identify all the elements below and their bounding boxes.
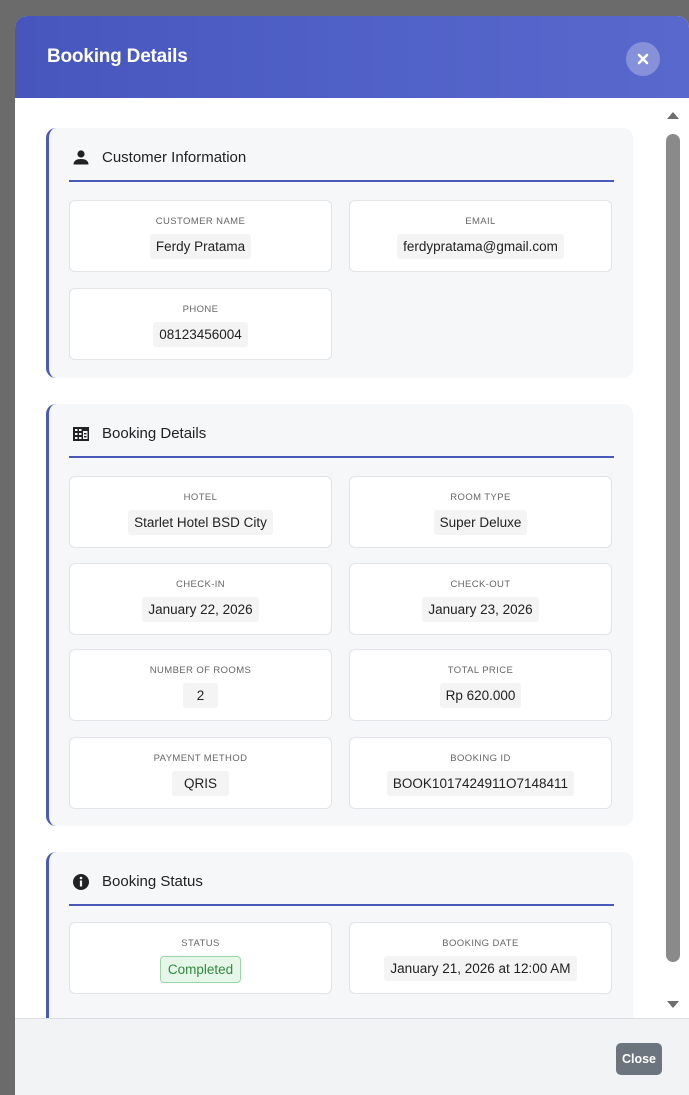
status-field: STATUS Completed	[69, 922, 332, 994]
phone-field: PHONE 08123456004	[69, 288, 332, 360]
check-out-field: CHECK-OUT January 23, 2026	[349, 563, 612, 635]
status-badge: Completed	[159, 956, 242, 983]
number-of-rooms-field: NUMBER OF ROOMS 2	[69, 649, 332, 721]
field-value: QRIS	[171, 771, 229, 796]
field-label: CHECK-OUT	[450, 579, 511, 590]
user-icon	[73, 150, 89, 165]
field-value: Super Deluxe	[433, 510, 528, 535]
modal-header: Booking Details	[15, 16, 689, 98]
customer-information-section: Customer Information CUSTOMER NAME Ferdy…	[46, 128, 633, 378]
field-value: Rp 620.000	[439, 683, 522, 708]
check-in-field: CHECK-IN January 22, 2026	[69, 563, 332, 635]
room-type-field: ROOM TYPE Super Deluxe	[349, 476, 612, 548]
booking-status-section: Booking Status STATUS Completed BOOKING …	[46, 852, 633, 1018]
section-title: Booking Status	[102, 873, 203, 890]
close-modal-button[interactable]	[626, 42, 660, 76]
email-field: EMAIL ferdypratama@gmail.com	[349, 200, 612, 272]
field-label: HOTEL	[183, 492, 218, 503]
field-value: January 23, 2026	[422, 597, 539, 622]
section-title: Customer Information	[102, 149, 247, 166]
scrollbar-thumb[interactable]	[666, 134, 680, 962]
section-header: Booking Status	[69, 872, 614, 906]
field-label: ROOM TYPE	[450, 492, 511, 503]
field-value: ferdypratama@gmail.com	[397, 234, 564, 259]
scroll-down-arrow-icon[interactable]	[667, 1001, 679, 1008]
modal-title: Booking Details	[47, 46, 188, 67]
field-label: TOTAL PRICE	[447, 665, 514, 676]
field-label: CUSTOMER NAME	[155, 216, 246, 227]
booking-details-section: Booking Details HOTEL Starlet Hotel BSD …	[46, 404, 633, 826]
payment-method-field: PAYMENT METHOD QRIS	[69, 737, 332, 809]
info-icon	[73, 874, 89, 890]
field-label: CHECK-IN	[175, 579, 226, 590]
building-icon	[73, 427, 89, 441]
close-button[interactable]: Close	[616, 1043, 662, 1075]
field-value: BOOK1017424911O7148411	[386, 771, 575, 796]
modal-footer: Close	[15, 1018, 689, 1095]
section-title: Booking Details	[102, 425, 207, 442]
field-value: 08123456004	[153, 322, 248, 347]
field-label: PHONE	[182, 304, 219, 315]
field-label: BOOKING DATE	[442, 938, 519, 949]
close-icon	[637, 53, 649, 65]
booking-id-field: BOOKING ID BOOK1017424911O7148411	[349, 737, 612, 809]
field-value: January 21, 2026 at 12:00 AM	[384, 956, 577, 981]
booking-date-field: BOOKING DATE January 21, 2026 at 12:00 A…	[349, 922, 612, 994]
section-header: Booking Details	[69, 424, 614, 458]
total-price-field: TOTAL PRICE Rp 620.000	[349, 649, 612, 721]
modal-body[interactable]: Customer Information CUSTOMER NAME Ferdy…	[15, 98, 689, 1018]
hotel-field: HOTEL Starlet Hotel BSD City	[69, 476, 332, 548]
field-label: BOOKING ID	[450, 753, 511, 764]
vertical-scrollbar[interactable]	[666, 112, 680, 1016]
scroll-up-arrow-icon[interactable]	[667, 112, 679, 119]
booking-details-modal: Booking Details Customer Information CUS…	[15, 16, 689, 1095]
customer-name-field: CUSTOMER NAME Ferdy Pratama	[69, 200, 332, 272]
field-value: January 22, 2026	[142, 597, 259, 622]
field-label: STATUS	[181, 938, 220, 949]
field-value: Ferdy Pratama	[149, 234, 252, 259]
field-value: 2	[182, 683, 219, 708]
section-header: Customer Information	[69, 148, 614, 182]
field-value: Starlet Hotel BSD City	[128, 510, 273, 535]
field-label: EMAIL	[465, 216, 496, 227]
field-label: PAYMENT METHOD	[153, 753, 248, 764]
field-label: NUMBER OF ROOMS	[149, 665, 252, 676]
